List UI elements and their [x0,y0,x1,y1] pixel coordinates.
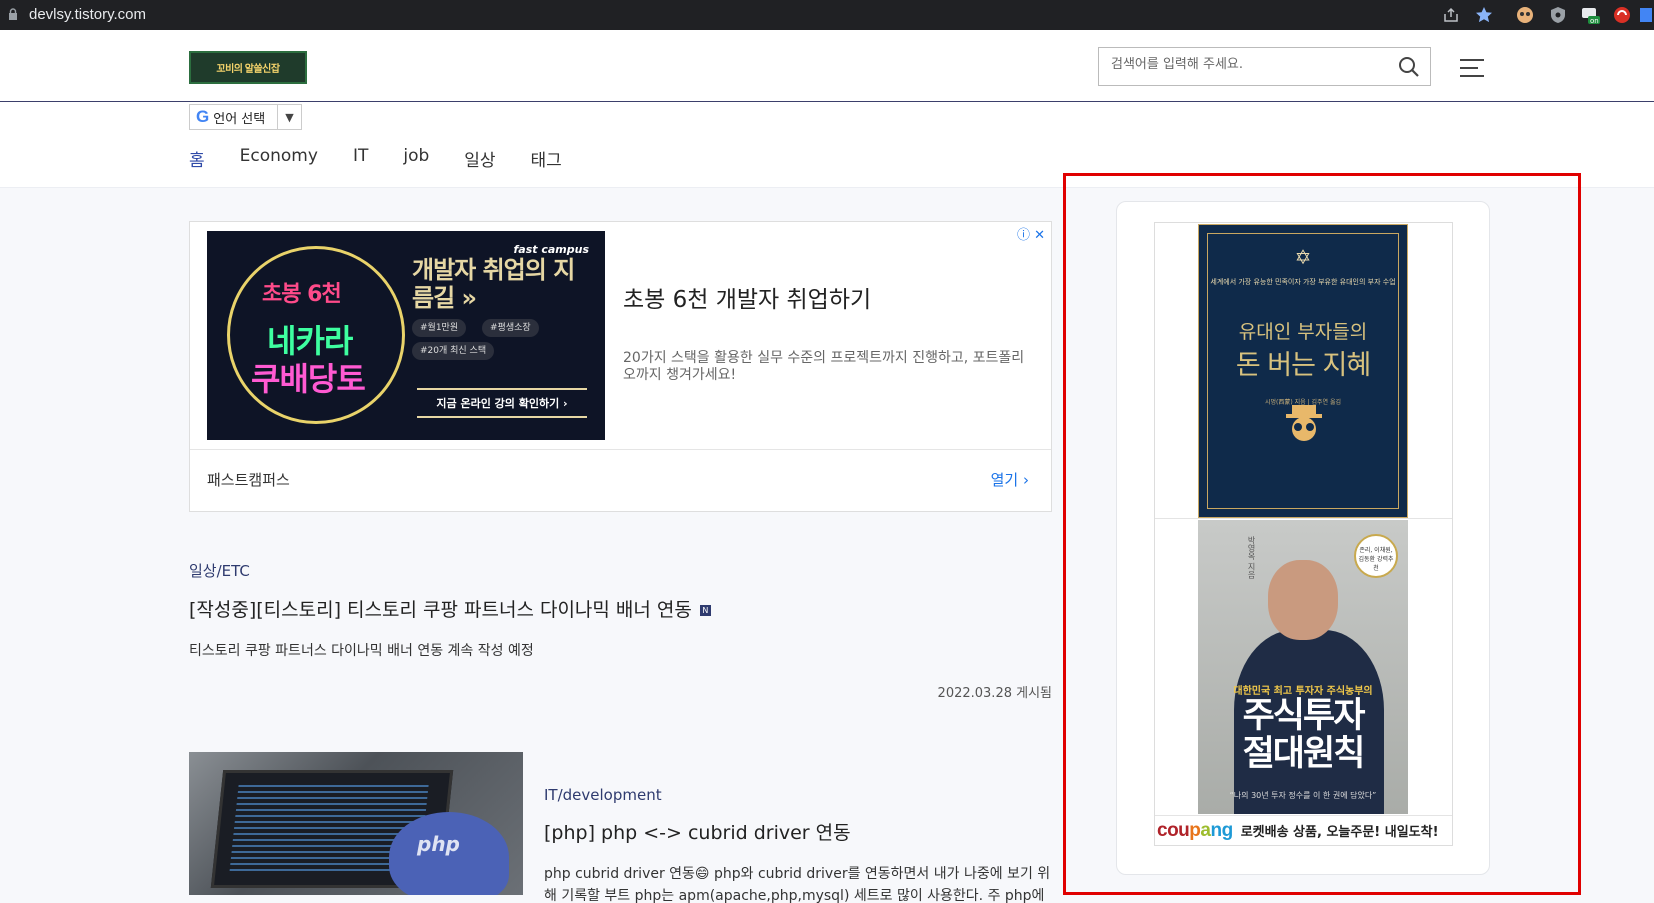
post-summary[interactable]: 티스토리 쿠팡 파트너스 다이나믹 배너 연동 계속 작성 예정 [189,640,1052,660]
post-thumbnail[interactable]: php [189,752,523,895]
main-nav: 홈 Economy IT job 일상 태그 [189,146,597,171]
nav-item-economy[interactable]: Economy [240,146,318,171]
banner-line-3: 쿠배당토 [251,360,366,398]
nav-item-tags[interactable]: 태그 [531,146,562,171]
extension-on-label: on [1590,17,1599,25]
post-date: 2022.03.28 게시됨 [937,686,1052,701]
new-badge: N [699,605,711,616]
extension-shield-icon[interactable] [1548,5,1568,25]
nav-item-it[interactable]: IT [353,146,368,171]
post-category[interactable]: 일상/ETC [189,560,1052,581]
ad-title[interactable]: 초봉 6천 개발자 취업하기 [623,280,871,314]
post-title-text[interactable]: [작성중][티스토리] 티스토리 쿠팡 파트너스 다이나믹 배너 연동 [189,599,692,621]
bookmark-star-icon[interactable] [1474,5,1494,25]
php-elephant-image: php [389,812,509,895]
extension-face-icon[interactable] [1515,5,1535,25]
extension-red-icon[interactable] [1612,5,1632,25]
banner-pill-2: #평생소장 [482,319,539,337]
post-item: 일상/ETC [작성중][티스토리] 티스토리 쿠팡 파트너스 다이나믹 배너 … [189,560,1052,701]
address-bar-url[interactable]: devlsy.tistory.com [29,6,146,23]
post-summary[interactable]: php cubrid driver 연동😄 php와 cubrid driver… [544,863,1052,903]
hamburger-menu-icon[interactable] [1458,57,1486,79]
post-title[interactable]: [작성중][티스토리] 티스토리 쿠팡 파트너스 다이나믹 배너 연동 N [189,595,1052,622]
nav-item-home[interactable]: 홈 [189,146,205,171]
ad-description: 20가지 스택을 활용한 실무 수준의 프로젝트까지 진행하고, 포트폴리오까지… [623,350,1025,383]
site-header: 꼬비의 알쓸신잡 [0,30,1654,102]
highlight-box [1063,173,1581,895]
fastcampus-logo: fast campus [513,243,589,256]
ad-advertiser: 패스트캠퍼스 [207,471,290,489]
post-item: IT/development [php] php <-> cubrid driv… [544,786,1052,903]
search-box [1098,47,1431,86]
google-g-icon: G [196,107,210,126]
ad-divider [190,449,1051,450]
adchoices-icon[interactable]: ⓘ ✕ [1017,224,1045,243]
extension-blue-icon[interactable] [1638,5,1652,25]
dropdown-arrow-icon[interactable]: ▼ [277,105,301,129]
ad-card[interactable]: ⓘ ✕ 초봉 6천 네카라 쿠배당토 fast campus 개발자 취업의 지… [189,221,1052,512]
post-category[interactable]: IT/development [544,786,1052,804]
site-logo-text: 꼬비의 알쓸신잡 [216,64,280,75]
banner-pill-3: #20개 최신 스택 [412,342,495,360]
share-icon[interactable] [1441,5,1461,25]
post-title[interactable]: [php] php <-> cubrid driver 연동 [544,818,1052,845]
nav-item-job[interactable]: job [403,146,429,171]
ad-banner-image[interactable]: 초봉 6천 네카라 쿠배당토 fast campus 개발자 취업의 지름길 »… [207,231,605,440]
nav-item-daily[interactable]: 일상 [464,146,495,171]
language-select-label: 언어 선택 [213,111,266,127]
search-input[interactable] [1111,57,1381,72]
php-elephant-text: php [417,832,460,856]
language-select[interactable]: G 언어 선택 ▼ [189,104,302,130]
search-icon[interactable] [1398,56,1420,78]
lock-icon [9,8,17,20]
site-logo[interactable]: 꼬비의 알쓸신잡 [189,51,307,84]
banner-line-1: 초봉 6천 [262,282,342,307]
browser-toolbar: devlsy.tistory.com on [0,0,1654,30]
banner-pill-1: #월1만원 [412,319,467,337]
banner-cta: 지금 온라인 강의 확인하기 › [417,388,587,418]
banner-headline: 개발자 취업의 지름길 » [412,256,575,312]
ad-open-link[interactable]: 열기 › [991,469,1029,490]
